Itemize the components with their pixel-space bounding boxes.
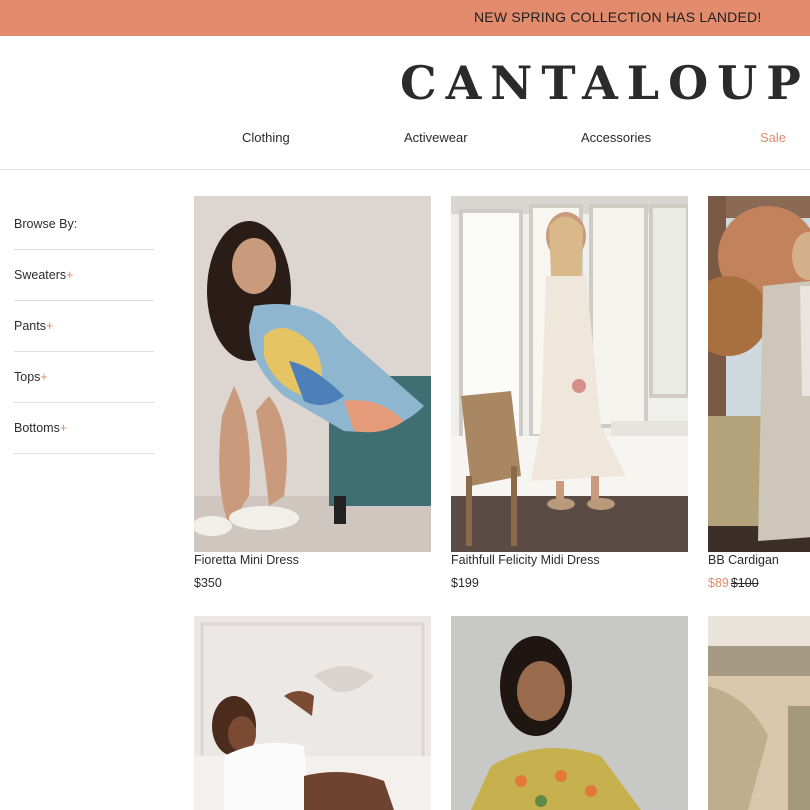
sidebar-item-label: Bottoms bbox=[14, 421, 60, 435]
expand-plus-icon: + bbox=[40, 370, 48, 384]
announcement-banner: NEW SPRING COLLECTION HAS LANDED! bbox=[0, 0, 810, 36]
sidebar-item-pants[interactable]: Pants+ bbox=[14, 301, 154, 352]
product-image[interactable] bbox=[708, 616, 810, 810]
nav-activewear[interactable]: Activewear bbox=[404, 130, 468, 145]
nav-sale[interactable]: Sale bbox=[760, 130, 786, 145]
product-card[interactable] bbox=[451, 616, 688, 810]
sidebar-item-label: Pants bbox=[14, 319, 46, 333]
page: NEW SPRING COLLECTION HAS LANDED! CANTAL… bbox=[0, 0, 810, 810]
header-divider bbox=[0, 169, 810, 170]
product-image[interactable] bbox=[194, 196, 431, 552]
expand-plus-icon: + bbox=[45, 319, 54, 333]
product-name[interactable]: Faithfull Felicity Midi Dress bbox=[451, 553, 688, 567]
sidebar-item-bottoms[interactable]: Bottoms+ bbox=[14, 403, 154, 454]
product-card[interactable] bbox=[194, 616, 431, 810]
product-card[interactable]: Fioretta Mini Dress $350 bbox=[194, 196, 431, 590]
product-image[interactable] bbox=[194, 616, 431, 810]
product-image[interactable] bbox=[708, 196, 810, 552]
announcement-text: NEW SPRING COLLECTION HAS LANDED! bbox=[474, 9, 762, 25]
product-card[interactable]: Faithfull Felicity Midi Dress $199 bbox=[451, 196, 688, 590]
sidebar-item-tops[interactable]: Tops+ bbox=[14, 352, 154, 403]
product-image[interactable] bbox=[451, 616, 688, 810]
expand-plus-icon: + bbox=[59, 421, 68, 435]
product-price: $89 $100 bbox=[708, 576, 810, 590]
product-name[interactable]: BB Cardigan bbox=[708, 553, 810, 567]
product-name[interactable]: Fioretta Mini Dress bbox=[194, 553, 431, 567]
site-logo[interactable]: CANTALOUPE bbox=[400, 56, 810, 110]
original-price: $100 bbox=[730, 576, 759, 590]
product-price: $350 bbox=[194, 576, 222, 590]
sidebar-item-label: Tops bbox=[14, 370, 41, 384]
product-price: $199 bbox=[451, 576, 479, 590]
product-card[interactable] bbox=[708, 616, 810, 810]
sale-price: $89 bbox=[708, 576, 729, 590]
product-image[interactable] bbox=[451, 196, 688, 552]
nav-accessories[interactable]: Accessories bbox=[581, 130, 651, 145]
product-card[interactable]: BB Cardigan $89 $100 bbox=[708, 196, 810, 590]
browse-by-label: Browse By: bbox=[14, 199, 154, 250]
sidebar-item-sweaters[interactable]: Sweaters+ bbox=[14, 250, 154, 301]
browse-sidebar: Browse By: Sweaters+ Pants+ Tops+ Bottom… bbox=[14, 199, 154, 454]
nav-clothing[interactable]: Clothing bbox=[242, 130, 290, 145]
expand-plus-icon: + bbox=[66, 268, 74, 282]
sidebar-item-label: Sweaters bbox=[14, 268, 67, 282]
